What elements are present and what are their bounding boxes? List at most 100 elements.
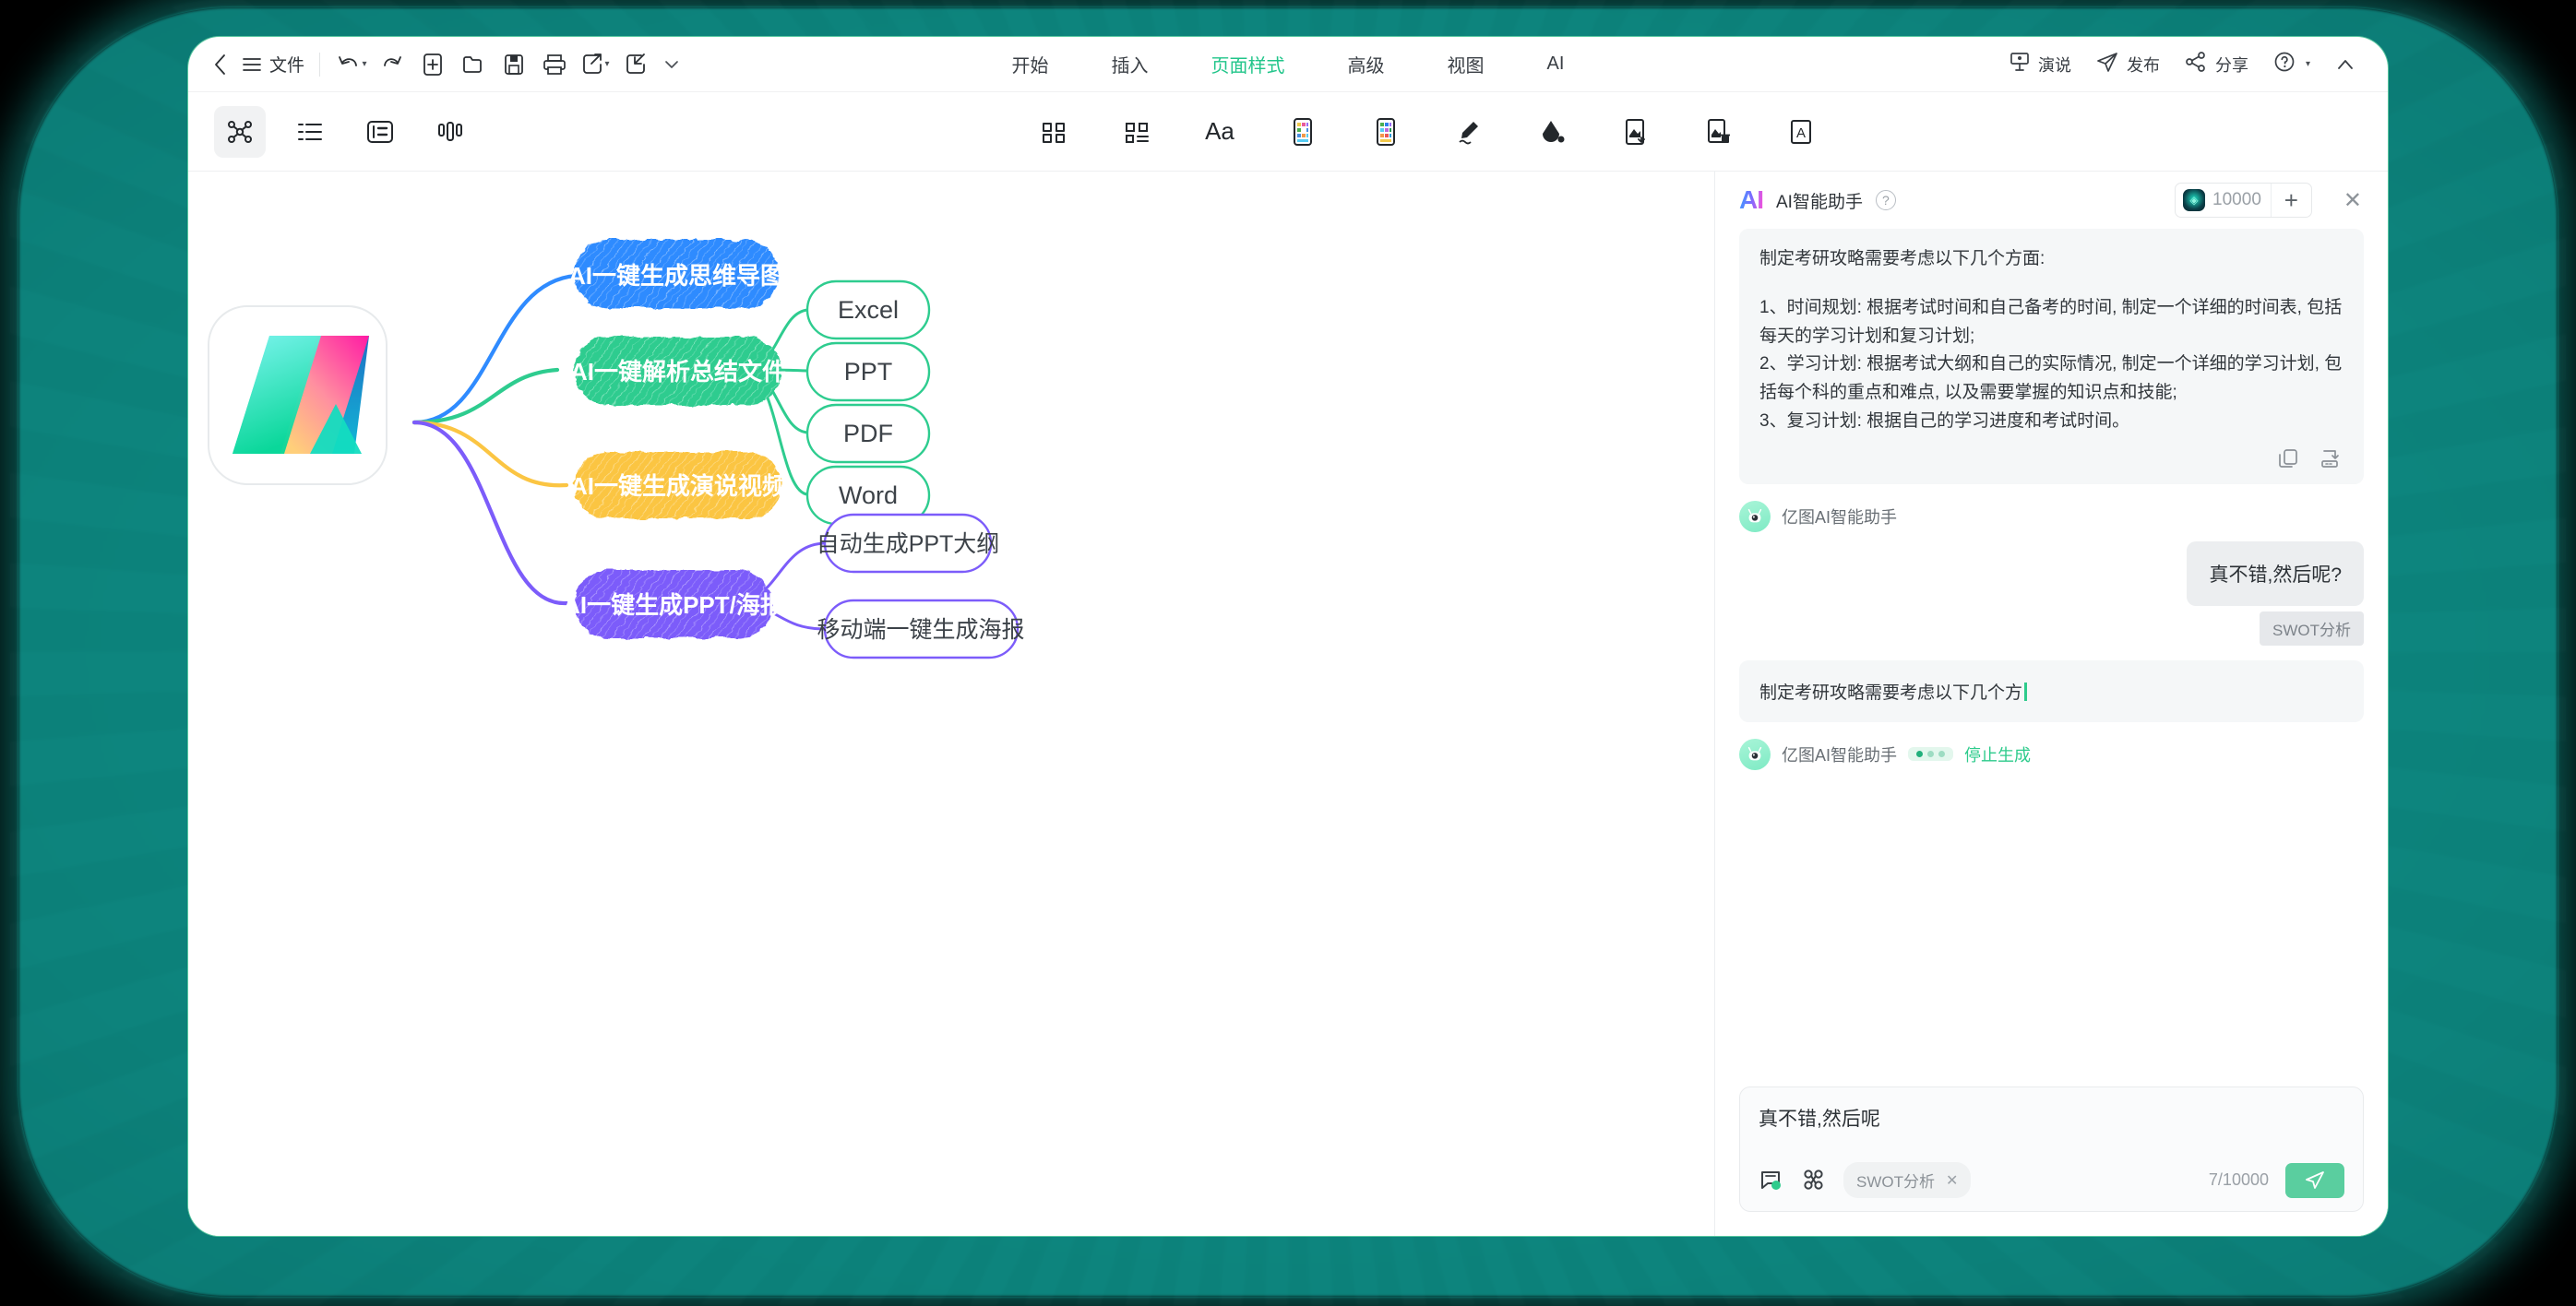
swot-chip[interactable]: SWOT分析 ✕	[1843, 1162, 1971, 1198]
leaf-node-pdf[interactable]: PDF	[807, 405, 929, 462]
tab-ai[interactable]: AI	[1544, 48, 1568, 80]
presentation-button[interactable]: 演说	[1999, 45, 2081, 83]
tab-page-style[interactable]: 页面样式	[1208, 45, 1289, 83]
branch-node-speech-video[interactable]: AI一键生成演说视频	[570, 452, 786, 518]
theme-palette-icon[interactable]	[1360, 106, 1412, 158]
export-icon[interactable]: ▾	[575, 44, 615, 85]
theme-color-icon[interactable]	[1277, 106, 1329, 158]
leaf-node-mobile-poster[interactable]: 移动端一键生成海报	[817, 600, 1024, 658]
mindmap-layout-icon[interactable]	[214, 106, 266, 158]
undo-icon[interactable]: ▾	[331, 44, 372, 85]
hamburger-icon[interactable]	[236, 44, 268, 85]
ai-assistant-panel: AI AI智能助手 ? ◈ 10000 + ✕ 制定考研攻略需要考虑以下几个方面…	[1714, 172, 2388, 1236]
publish-button[interactable]: 发布	[2086, 45, 2169, 83]
bot-sender-row-1: 亿图AI智能助手	[1739, 501, 2364, 532]
branch-label-2: AI一键解析总结文件	[570, 358, 786, 386]
leaf-label-excel: Excel	[838, 296, 899, 324]
ai-panel-header: AI AI智能助手 ? ◈ 10000 + ✕	[1715, 172, 2388, 229]
file-menu-label[interactable]: 文件	[269, 52, 304, 77]
share-nodes-icon	[2184, 51, 2208, 77]
tab-insert[interactable]: 插入	[1108, 45, 1152, 83]
layout-panel-icon[interactable]	[354, 106, 406, 158]
save-icon[interactable]	[494, 44, 534, 85]
answer-spacer	[1759, 274, 2343, 294]
help-button[interactable]: ▾	[2263, 44, 2320, 84]
menu-tabs: 开始 插入 页面样式 高级 视图 AI	[1008, 45, 1568, 83]
tab-start[interactable]: 开始	[1008, 45, 1053, 83]
branch-node-mindmap[interactable]: AI一键生成思维导图	[568, 240, 784, 308]
grid-layout-icon[interactable]	[1028, 106, 1079, 158]
answer-point-3: 3、复习计划: 根据自己的学习进度和考试时间。	[1759, 408, 2343, 436]
bot-sender-row-2: 亿图AI智能助手 停止生成	[1739, 739, 2364, 770]
branch-node-parse-file[interactable]: AI一键解析总结文件	[570, 337, 786, 405]
answer-intro: 制定考研攻略需要考虑以下几个方面:	[1759, 245, 2343, 274]
branch-node-ppt-poster[interactable]: AI一键生成PPT/海报	[563, 570, 784, 638]
chevron-up-icon[interactable]	[2325, 44, 2366, 85]
stop-generation-button[interactable]: 停止生成	[1964, 742, 2031, 766]
close-icon[interactable]: ✕	[1946, 1171, 1958, 1190]
menu-bar-right: 演说 发布 分享 ▾	[1999, 44, 2366, 85]
leaf-label-word: Word	[839, 481, 898, 509]
ai-panel-title: AI智能助手	[1776, 188, 1863, 213]
chevron-down-icon[interactable]: ▾	[363, 59, 367, 69]
message-input[interactable]: 真不错,然后呢	[1759, 1104, 2344, 1162]
close-icon[interactable]: ✕	[2338, 184, 2367, 218]
insert-to-canvas-icon[interactable]	[2320, 447, 2342, 469]
remove-background-icon[interactable]	[1692, 106, 1744, 158]
connector-branch-1	[414, 276, 576, 422]
user-message-row: 真不错,然后呢?	[1739, 541, 2364, 606]
font-icon[interactable]: Aa	[1194, 106, 1246, 158]
bot-avatar-icon	[1739, 739, 1771, 770]
app-logo-node[interactable]	[209, 306, 387, 484]
question-circle-icon[interactable]: ?	[1876, 190, 1896, 210]
user-tag-row: SWOT分析	[1739, 611, 2364, 646]
share-button[interactable]: 分享	[2175, 45, 2258, 83]
leaf-node-ppt-outline[interactable]: 自动生成PPT大纲	[817, 515, 1000, 572]
mindmap-graph: AI一键生成思维导图 AI一键解析总结文件 AI一键生成演说视频	[188, 172, 1914, 1236]
import-icon[interactable]	[615, 44, 656, 85]
pen-style-icon[interactable]	[1443, 106, 1495, 158]
answer-point-1: 1、时间规划: 根据考试时间和自己备考的时间, 制定一个详细的时间表, 包括每天…	[1759, 294, 2343, 351]
outline-list-icon[interactable]	[284, 106, 336, 158]
copy-icon[interactable]	[2277, 447, 2299, 469]
leaf-node-excel[interactable]: Excel	[807, 281, 929, 338]
menu-bar: 文件 ▾ ▾	[188, 37, 2388, 92]
watermark-icon[interactable]: A	[1775, 106, 1827, 158]
leaf-node-ppt[interactable]: PPT	[807, 343, 929, 400]
bot-avatar-icon	[1739, 501, 1771, 532]
text-caret	[2024, 683, 2027, 701]
columns-icon[interactable]	[424, 106, 476, 158]
ai-message-list[interactable]: 制定考研攻略需要考虑以下几个方面: 1、时间规划: 根据考试时间和自己备考的时间…	[1715, 229, 2388, 1086]
chevron-down-icon[interactable]: ▾	[605, 59, 610, 69]
message-composer[interactable]: 真不错,然后呢 SWOT分析 ✕ 7/10000	[1739, 1086, 2364, 1212]
presentation-icon	[2009, 51, 2031, 77]
template-icon[interactable]	[1759, 1168, 1784, 1193]
question-circle-icon	[2272, 50, 2296, 78]
leaf-label-pdf: PDF	[843, 420, 893, 447]
leaf-label-ppt-outline: 自动生成PPT大纲	[817, 531, 1000, 557]
tab-view[interactable]: 视图	[1444, 45, 1488, 83]
chevron-down-icon[interactable]: ▾	[2306, 59, 2310, 69]
fill-color-icon[interactable]	[1526, 106, 1578, 158]
credits-widget: ◈ 10000 +	[2175, 183, 2312, 218]
char-counter: 7/10000	[2209, 1170, 2269, 1190]
grid-list-icon[interactable]	[1111, 106, 1163, 158]
chevron-left-icon[interactable]	[205, 44, 236, 85]
plus-icon[interactable]: +	[2271, 184, 2311, 217]
send-button[interactable]	[2285, 1163, 2344, 1198]
role-icon[interactable]	[1801, 1168, 1827, 1193]
branch-label-4: AI一键生成PPT/海报	[563, 591, 784, 619]
bot-name-1: 亿图AI智能助手	[1782, 505, 1897, 528]
tab-advanced[interactable]: 高级	[1344, 45, 1389, 83]
publish-label: 发布	[2127, 53, 2160, 77]
open-icon[interactable]	[453, 44, 494, 85]
print-icon[interactable]	[534, 44, 575, 85]
redo-icon[interactable]	[372, 44, 412, 85]
branch-label-3: AI一键生成演说视频	[570, 472, 786, 500]
branch-label-1: AI一键生成思维导图	[568, 262, 784, 290]
background-image-icon[interactable]	[1609, 106, 1661, 158]
chevron-down-icon[interactable]	[656, 44, 687, 85]
status-badge: SWOT分析	[2260, 611, 2364, 646]
new-icon[interactable]	[412, 44, 453, 85]
toolbar-left-group	[214, 106, 476, 158]
